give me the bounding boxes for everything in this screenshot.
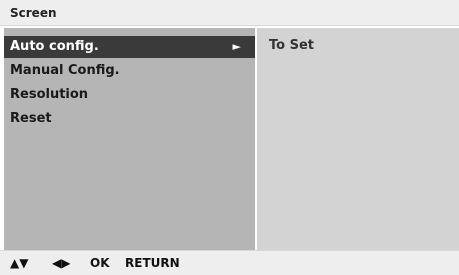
- menu-item-label: Manual Config.: [10, 63, 120, 78]
- menu-list: Auto config. ► Manual Config. Resolution…: [4, 28, 255, 250]
- menu-item-label: Resolution: [10, 87, 89, 102]
- ok-hint: OK: [90, 256, 110, 270]
- to-set-option[interactable]: To Set: [269, 38, 314, 53]
- screen-osd-menu: Screen Auto config. ► Manual Config. Res…: [0, 0, 459, 275]
- play-right-icon: ►: [232, 40, 241, 53]
- menu-title: Screen: [10, 6, 57, 20]
- menu-item-manual-config[interactable]: Manual Config.: [4, 60, 255, 82]
- menu-item-reset[interactable]: Reset: [4, 108, 255, 130]
- menu-item-label: Reset: [10, 111, 52, 126]
- navigation-hint-bar: ▲▼ ◀▶ OK RETURN: [0, 250, 459, 275]
- return-hint: RETURN: [125, 256, 180, 270]
- up-down-arrows-icon: ▲▼: [10, 256, 29, 270]
- menu-item-auto-config[interactable]: Auto config. ►: [4, 36, 255, 58]
- left-right-arrows-icon: ◀▶: [52, 256, 71, 270]
- menu-item-label: Auto config.: [10, 39, 99, 54]
- option-panel: To Set: [257, 28, 459, 250]
- menu-item-resolution[interactable]: Resolution: [4, 84, 255, 106]
- title-bar: Screen: [0, 0, 459, 26]
